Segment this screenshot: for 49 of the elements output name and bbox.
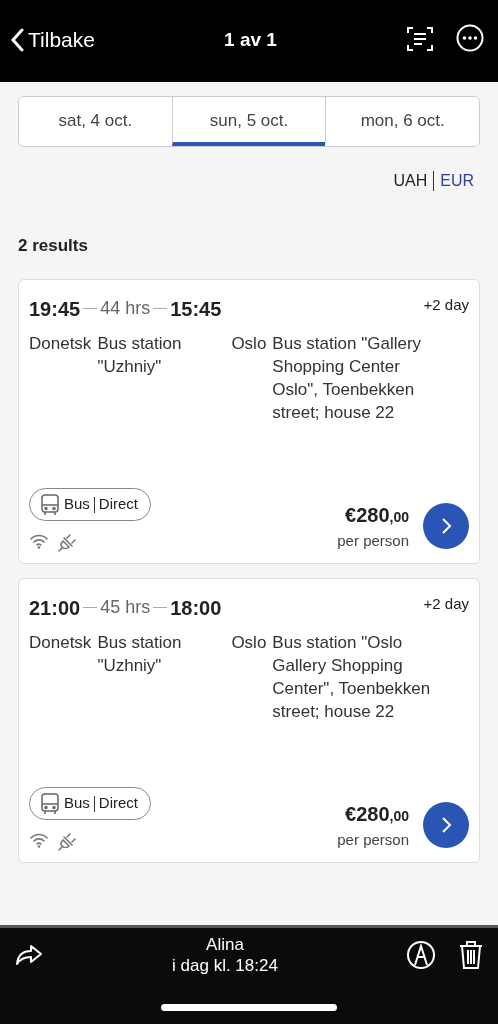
departure-time: 21:00	[29, 595, 81, 621]
arrival-city: Oslo	[231, 631, 267, 654]
trip-duration: 44 hrs	[100, 297, 151, 320]
route-type-label: Direct	[98, 793, 139, 814]
transport-label: Bus	[64, 793, 90, 814]
message-time: i dag kl. 18:24	[171, 955, 279, 976]
currency-option[interactable]: EUR	[440, 169, 474, 193]
results-count: 2 results	[18, 235, 89, 257]
arrival-city: Oslo	[231, 332, 267, 355]
page-counter: 1 av 1	[223, 28, 278, 52]
markup-icon[interactable]	[406, 940, 436, 970]
power-plug-icon	[57, 532, 77, 553]
arrival-time: 18:00	[170, 595, 222, 621]
bus-icon	[40, 792, 60, 815]
sender-name: Alina	[205, 934, 245, 955]
departure-time: 19:45	[29, 296, 81, 322]
more-icon[interactable]	[456, 24, 484, 52]
select-trip-button[interactable]	[423, 502, 469, 549]
departure-city: Donetsk	[29, 631, 92, 654]
wifi-icon	[29, 532, 49, 549]
chevron-right-icon	[440, 815, 452, 834]
text-scan-icon[interactable]	[406, 25, 434, 53]
day-offset: +2 day	[423, 593, 469, 614]
price-note: per person	[337, 531, 409, 551]
share-icon[interactable]	[14, 942, 44, 968]
power-plug-icon	[57, 831, 77, 852]
chevron-right-icon	[440, 516, 452, 535]
departure-city: Donetsk	[29, 332, 92, 355]
trip-price: €280,00	[344, 503, 409, 528]
wifi-icon	[29, 831, 49, 848]
chevron-left-icon	[10, 27, 24, 52]
departure-station: Bus station "Uzhniy"	[97, 631, 183, 677]
arrival-station: Bus station "Oslo Gallery Shopping Center", Toenbekken street; house 22	[272, 631, 432, 723]
day-offset: +2 day	[423, 294, 469, 315]
arrival-station: Bus station "Gallery Shopping Center Oslo", Toenbekken street; house 22	[272, 332, 423, 424]
back-button[interactable]: Tilbake	[10, 24, 95, 56]
select-trip-button[interactable]	[423, 801, 469, 848]
trip-duration: 45 hrs	[100, 596, 151, 619]
trash-icon[interactable]	[458, 940, 484, 970]
trip-price: €280,00	[344, 802, 409, 827]
date-tab[interactable]: sun, 5 oct.	[171, 97, 326, 146]
currency-option[interactable]: UAH	[393, 169, 428, 193]
date-tab[interactable]: mon, 6 oct.	[325, 97, 479, 146]
transport-label: Bus	[64, 494, 90, 515]
bus-icon	[40, 493, 60, 516]
arrival-time: 15:45	[170, 296, 222, 322]
price-note: per person	[337, 830, 409, 850]
departure-station: Bus station "Uzhniy"	[97, 332, 183, 378]
route-type-label: Direct	[98, 494, 139, 515]
